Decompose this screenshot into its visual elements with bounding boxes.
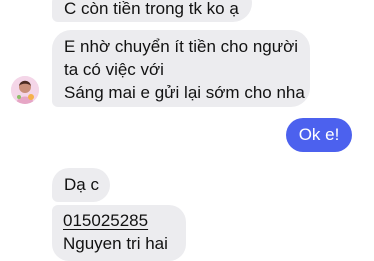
incoming-message-content: E nhờ chuyển ít tiền cho người ta có việ… (52, 30, 310, 107)
incoming-message-bubble[interactable]: 015025285 Nguyen tri hai (52, 205, 186, 261)
outgoing-message-bubble[interactable]: Ok e! (286, 118, 352, 152)
message-text: Dạ c (64, 175, 99, 194)
phone-number-link[interactable]: 015025285 (63, 209, 175, 232)
chat-thread: C còn tiền trong tk ko ạ E nhờ chuyển ít… (0, 0, 374, 261)
avatar-image (11, 76, 39, 104)
contact-avatar[interactable] (11, 76, 39, 104)
incoming-message-bubble[interactable]: C còn tiền trong tk ko ạ (52, 0, 252, 22)
message-text: Nguyen tri hai (63, 234, 168, 253)
message-text: E nhờ chuyển ít tiền cho người (64, 37, 299, 56)
message-text: Ok e! (298, 125, 340, 144)
message-text: ta có việc với (64, 60, 164, 79)
message-text: C còn tiền trong tk ko ạ (64, 0, 239, 18)
message-text: Sáng mai e gửi lại sớm cho nha (64, 83, 305, 102)
incoming-message-bubble[interactable]: Dạ c (52, 168, 110, 202)
